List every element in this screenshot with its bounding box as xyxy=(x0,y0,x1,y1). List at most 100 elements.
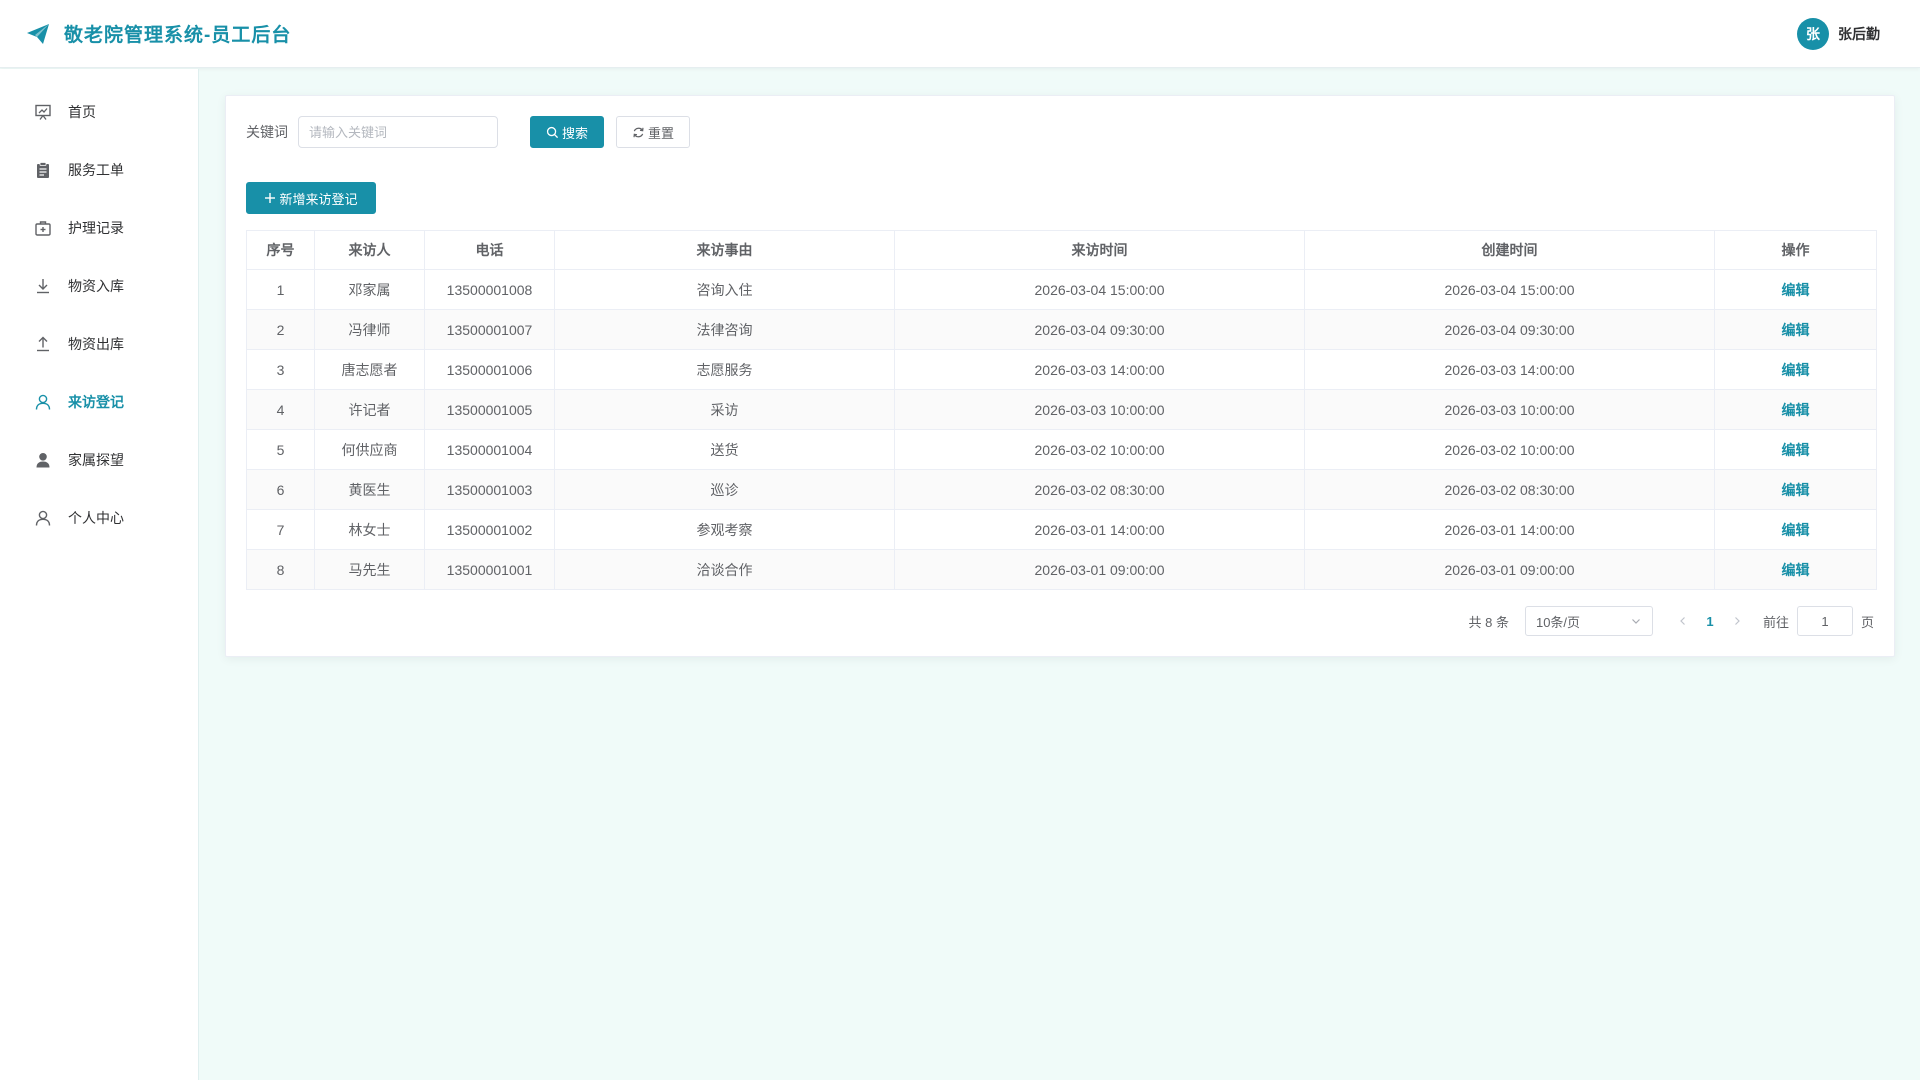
user-filled-icon xyxy=(34,451,52,469)
cell-visitor: 马先生 xyxy=(314,549,425,590)
reset-button-label: 重置 xyxy=(647,125,674,141)
cell-index: 8 xyxy=(246,549,315,590)
cell-visitor: 邓家属 xyxy=(314,269,425,310)
cell-index: 6 xyxy=(246,469,315,510)
search-bar: 关键词 搜索 重置 xyxy=(246,116,690,148)
download-icon xyxy=(34,277,52,295)
edit-link[interactable]: 编辑 xyxy=(1782,482,1810,498)
page-number-current[interactable]: 1 xyxy=(1693,614,1727,629)
edit-link[interactable]: 编辑 xyxy=(1782,442,1810,458)
refresh-icon xyxy=(633,127,644,137)
cell-phone: 13500001002 xyxy=(424,509,555,550)
top-header: 敬老院管理系统-员工后台 张 张后勤 xyxy=(0,0,1920,68)
clipboard-icon xyxy=(34,161,52,179)
pagination: 共 8 条 10条/页 1 前往 页 xyxy=(1468,606,1874,636)
sidebar-item-label: 首页 xyxy=(68,104,96,120)
add-visitor-button[interactable]: 新增来访登记 xyxy=(246,182,376,214)
prev-page-button[interactable] xyxy=(1673,611,1693,631)
cell-created-time: 2026-03-03 10:00:00 xyxy=(1304,389,1715,430)
cell-index: 7 xyxy=(246,509,315,550)
goto-label: 前往 xyxy=(1762,614,1789,630)
cell-index: 2 xyxy=(246,309,315,350)
column-header-visit-time: 来访时间 xyxy=(894,230,1305,270)
keyword-label: 关键词 xyxy=(246,124,288,140)
table-row: 6 黄医生 13500001003 巡诊 2026-03-02 08:30:00… xyxy=(246,469,1877,510)
edit-link[interactable]: 编辑 xyxy=(1782,362,1810,378)
cell-reason: 采访 xyxy=(554,389,895,430)
edit-link[interactable]: 编辑 xyxy=(1782,562,1810,578)
table-row: 8 马先生 13500001001 洽谈合作 2026-03-01 09:00:… xyxy=(246,549,1877,590)
page-size-select[interactable]: 10条/页 xyxy=(1524,606,1653,636)
next-page-button[interactable] xyxy=(1727,611,1747,631)
user-menu[interactable]: 张 张后勤 xyxy=(1797,18,1880,50)
avatar[interactable]: 张 xyxy=(1797,18,1829,50)
cell-reason: 咨询入住 xyxy=(554,269,895,310)
first-aid-kit-icon xyxy=(34,219,52,237)
column-header-reason: 来访事由 xyxy=(554,230,895,270)
edit-link[interactable]: 编辑 xyxy=(1782,322,1810,338)
cell-index: 3 xyxy=(246,349,315,390)
cell-created-time: 2026-03-04 09:30:00 xyxy=(1304,309,1715,350)
cell-created-time: 2026-03-02 08:30:00 xyxy=(1304,469,1715,510)
column-header-visitor: 来访人 xyxy=(314,230,425,270)
cell-visit-time: 2026-03-01 09:00:00 xyxy=(894,549,1305,590)
cell-visitor: 许记者 xyxy=(314,389,425,430)
sidebar-item-profile[interactable]: 个人中心 xyxy=(0,489,198,547)
table-row: 3 唐志愿者 13500001006 志愿服务 2026-03-03 14:00… xyxy=(246,349,1877,390)
cell-visit-time: 2026-03-04 09:30:00 xyxy=(894,309,1305,350)
sidebar-item-label: 个人中心 xyxy=(68,510,124,526)
cell-reason: 送货 xyxy=(554,429,895,470)
cell-visit-time: 2026-03-03 10:00:00 xyxy=(894,389,1305,430)
reset-button[interactable]: 重置 xyxy=(616,116,690,148)
cell-phone: 13500001003 xyxy=(424,469,555,510)
cell-visit-time: 2026-03-01 14:00:00 xyxy=(894,509,1305,550)
edit-link[interactable]: 编辑 xyxy=(1782,402,1810,418)
cell-visitor: 何供应商 xyxy=(314,429,425,470)
column-header-created-time: 创建时间 xyxy=(1304,230,1715,270)
sidebar-item-label: 家属探望 xyxy=(68,452,124,468)
cell-actions: 编辑 xyxy=(1714,509,1877,550)
cell-actions: 编辑 xyxy=(1714,469,1877,510)
edit-link[interactable]: 编辑 xyxy=(1782,522,1810,538)
sidebar-item-label: 来访登记 xyxy=(68,394,124,410)
user-icon xyxy=(34,509,52,527)
sidebar-item-stock-in[interactable]: 物资入库 xyxy=(0,257,198,315)
keyword-input[interactable] xyxy=(298,116,498,148)
cell-reason: 法律咨询 xyxy=(554,309,895,350)
search-button[interactable]: 搜索 xyxy=(530,116,604,148)
cell-actions: 编辑 xyxy=(1714,269,1877,310)
cell-visit-time: 2026-03-02 08:30:00 xyxy=(894,469,1305,510)
user-icon xyxy=(34,393,52,411)
cell-reason: 参观考察 xyxy=(554,509,895,550)
cell-index: 1 xyxy=(246,269,315,310)
pagination-total: 共 8 条 xyxy=(1468,614,1509,630)
column-header-index: 序号 xyxy=(246,230,315,270)
upload-icon xyxy=(34,335,52,353)
search-button-label: 搜索 xyxy=(561,125,588,141)
edit-link[interactable]: 编辑 xyxy=(1782,282,1810,298)
cell-actions: 编辑 xyxy=(1714,429,1877,470)
chevron-right-icon xyxy=(1735,617,1740,625)
cell-actions: 编辑 xyxy=(1714,309,1877,350)
sidebar-item-service-orders[interactable]: 服务工单 xyxy=(0,141,198,199)
goto-suffix: 页 xyxy=(1860,614,1874,630)
cell-phone: 13500001004 xyxy=(424,429,555,470)
cell-created-time: 2026-03-01 14:00:00 xyxy=(1304,509,1715,550)
page-size-value: 10条/页 xyxy=(1535,614,1581,630)
cell-reason: 巡诊 xyxy=(554,469,895,510)
goto-page-input[interactable] xyxy=(1796,606,1853,636)
chevron-down-icon xyxy=(1632,619,1640,624)
sidebar-item-care-records[interactable]: 护理记录 xyxy=(0,199,198,257)
cell-actions: 编辑 xyxy=(1714,549,1877,590)
cell-created-time: 2026-03-03 14:00:00 xyxy=(1304,349,1715,390)
sidebar-item-home[interactable]: 首页 xyxy=(0,83,198,141)
sidebar-item-visitor-registration[interactable]: 来访登记 xyxy=(0,373,198,431)
sidebar-item-family-visits[interactable]: 家属探望 xyxy=(0,431,198,489)
sidebar-item-stock-out[interactable]: 物资出库 xyxy=(0,315,198,373)
table-row: 4 许记者 13500001005 采访 2026-03-03 10:00:00… xyxy=(246,389,1877,430)
user-name[interactable]: 张后勤 xyxy=(1838,24,1880,44)
sidebar-item-label: 服务工单 xyxy=(68,162,124,178)
cell-reason: 洽谈合作 xyxy=(554,549,895,590)
table-row: 5 何供应商 13500001004 送货 2026-03-02 10:00:0… xyxy=(246,429,1877,470)
cell-visitor: 黄医生 xyxy=(314,469,425,510)
